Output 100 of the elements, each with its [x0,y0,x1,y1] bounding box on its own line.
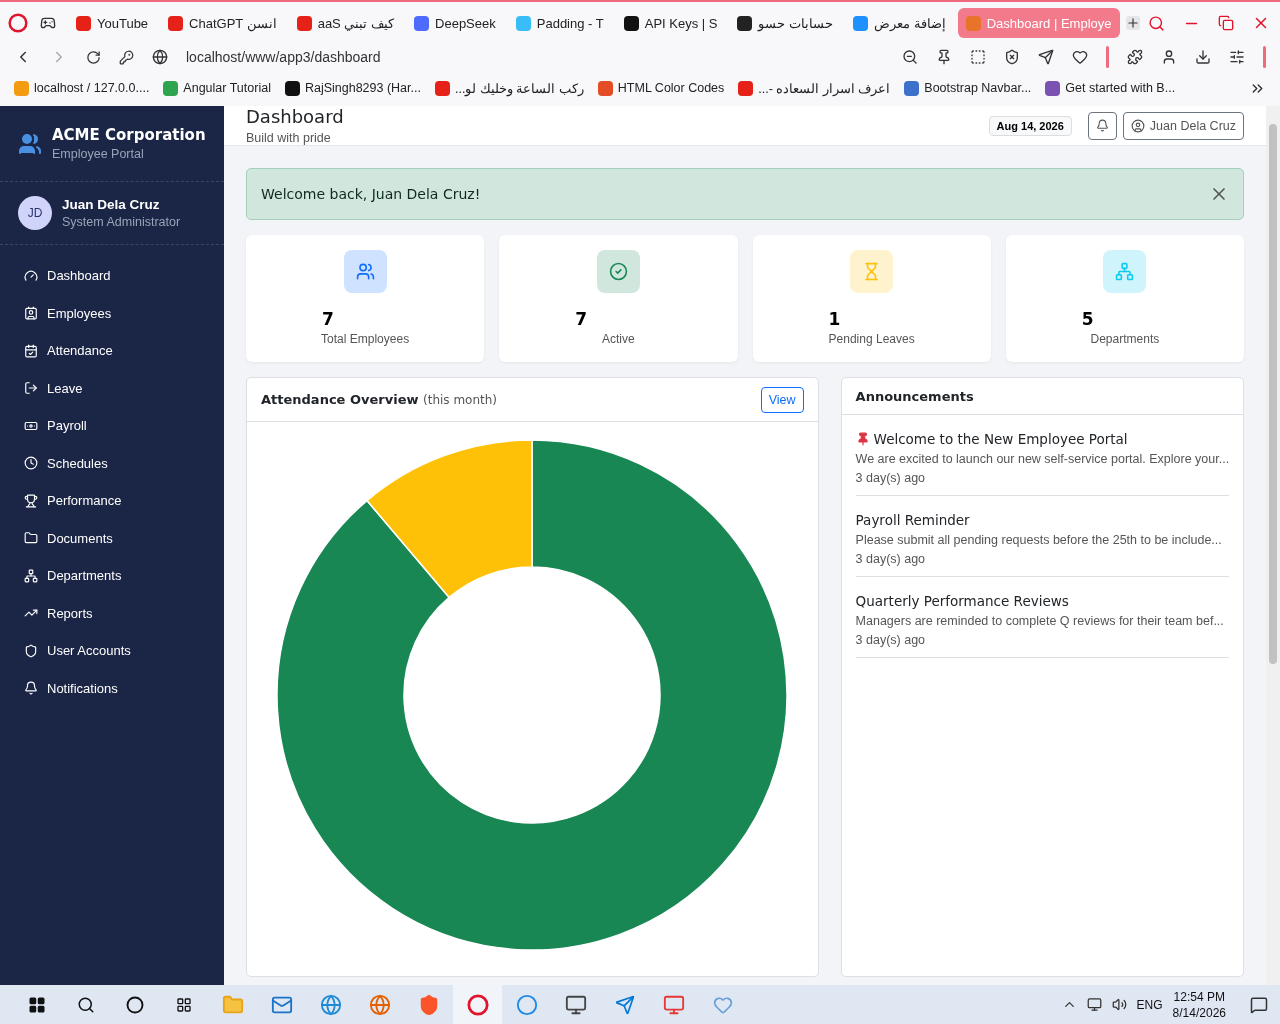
stat-label: Active [602,332,635,346]
nav-item[interactable]: Documents [0,519,224,557]
download-icon[interactable] [1195,49,1211,65]
announcement-time: 3 day(s) ago [855,471,927,485]
browser-logo-icon[interactable] [8,13,28,33]
browser-tab[interactable]: Padding - T [507,8,612,38]
browser-tab[interactable]: كيف تبني aaS [288,8,403,38]
nav-item[interactable]: Schedules [0,444,224,482]
brand-subtitle: Employee Portal [52,147,145,161]
favicon-icon [434,80,450,96]
favicon-icon [284,80,300,96]
language-indicator[interactable]: ENG [1136,997,1163,1012]
browser-tab[interactable]: ChatGPT انسن [160,8,285,38]
stat-label: Pending Leaves [828,332,915,346]
bookmark-link[interactable]: RajSingh8293 (Har... [284,80,421,96]
view-button[interactable]: View [760,386,804,413]
bookmark-link[interactable]: localhost / 127.0.0.... [14,80,150,96]
bookmark-link[interactable]: Angular Tutorial [163,80,271,96]
browser-tab[interactable]: API Keys | S [615,8,726,38]
date-badge: Aug 14, 2026 [988,115,1072,136]
browser-logo-icon[interactable] [453,985,502,1024]
notifications-button[interactable] [1087,111,1117,140]
stat-value: 1 [828,309,841,329]
exit-icon [24,381,38,396]
browser-tab[interactable]: DeepSeek [406,8,504,38]
calendar-check-icon [24,343,38,358]
bookmark-link[interactable]: Bootstrap Navbar... [904,80,1032,96]
speaker-icon[interactable] [1111,997,1127,1012]
bookmark-link[interactable]: اعرف اسرار السعاده -... [738,80,891,96]
sliders-icon[interactable] [1229,49,1245,65]
network-icon[interactable] [1086,997,1102,1012]
favicon-icon [853,15,869,31]
favicon-icon [163,80,179,96]
browser-tab[interactable]: YouTube [68,8,157,38]
bell-icon [24,681,38,696]
shield-icon [24,643,38,658]
stat-label: Departments [1090,332,1160,346]
nav-item[interactable]: Notifications [0,669,224,707]
favicon-icon [904,80,920,96]
user-avatar: JD [18,196,52,230]
browser-tab[interactable]: إضافة معرض [845,8,954,38]
announcement-text: Please submit all pending requests before the 25th to be include... [855,533,1223,547]
favicon-icon [296,15,312,31]
nav-item[interactable]: Performance [0,482,224,520]
announcement-time: 3 day(s) ago [855,552,927,566]
favicon-icon [1045,80,1061,96]
pin-icon[interactable] [936,49,952,65]
restore-icon[interactable] [1217,15,1234,31]
announcement-time: 3 day(s) ago [855,633,927,647]
bookmark-link[interactable]: ركب الساعة وخليك لو... [434,80,584,96]
new-tab-icon[interactable] [1125,16,1140,30]
announcement-text: We are excited to launch our new self-service portal. Explore your... [855,452,1229,466]
profile-icon[interactable] [1161,49,1177,65]
scrollbar[interactable] [1266,106,1280,985]
reload-icon[interactable] [86,49,101,65]
id-card-icon [24,306,38,321]
address-field[interactable]: localhost/www/app3/dashboard [186,49,884,65]
nav-item[interactable]: Reports [0,594,224,632]
nav-item[interactable]: Employees [0,294,224,332]
brand-name: ACME Corporation [52,126,206,144]
card-title: Announcements [855,388,974,404]
key-icon[interactable] [119,49,134,65]
favicon-icon [76,15,91,31]
nav-item[interactable]: Payroll [0,407,224,445]
favicon-icon [965,15,981,31]
notification-center-icon[interactable] [1250,995,1268,1014]
user-menu-button[interactable]: Juan Dela Cruz [1122,111,1244,140]
announcement-title: Welcome to the New Employee Portal [873,431,1128,447]
heart-icon[interactable] [1072,49,1088,65]
folder-icon [24,531,38,546]
zoom-out-icon[interactable] [902,49,918,65]
announcement-title: Payroll Reminder [855,512,970,528]
favicon-icon [14,80,29,96]
nav-item[interactable]: Dashboard [0,257,224,295]
gauge-icon [24,268,38,283]
favicon-icon [623,15,639,31]
sitemap-icon [24,568,38,583]
snapshot-icon[interactable] [970,49,986,65]
bookmark-link[interactable]: HTML Color Codes [597,80,725,96]
taskbar-clock[interactable]: 12:54 PM 8/14/2026 [1172,988,1226,1021]
send-icon[interactable] [1038,49,1054,65]
nav-item[interactable]: Attendance [0,332,224,370]
bookmark-link[interactable]: Get started with B... [1045,80,1176,96]
user-role: System Administrator [62,215,181,229]
nav-item[interactable]: Leave [0,369,224,407]
shield-icon[interactable] [1004,49,1020,65]
nav-item[interactable]: User Accounts [0,632,224,670]
favicon-icon [597,80,613,96]
search-icon[interactable] [1147,14,1165,32]
announcement-text: Managers are reminded to complete Q reviews for their team bef... [855,614,1225,628]
gamepad-icon[interactable] [40,15,56,31]
browser-tab[interactable]: حسابات حسو [729,8,842,38]
stat-value: 7 [575,309,588,329]
announcement-title: Quarterly Performance Reviews [855,593,1069,609]
nav-item[interactable]: Departments [0,557,224,595]
favicon-icon [515,15,531,31]
user-circle-icon [1130,118,1145,133]
alert-message: Welcome back, Juan Dela Cruz! [261,186,481,202]
puzzle-icon[interactable] [1127,49,1143,65]
pushpin-icon [855,432,870,446]
